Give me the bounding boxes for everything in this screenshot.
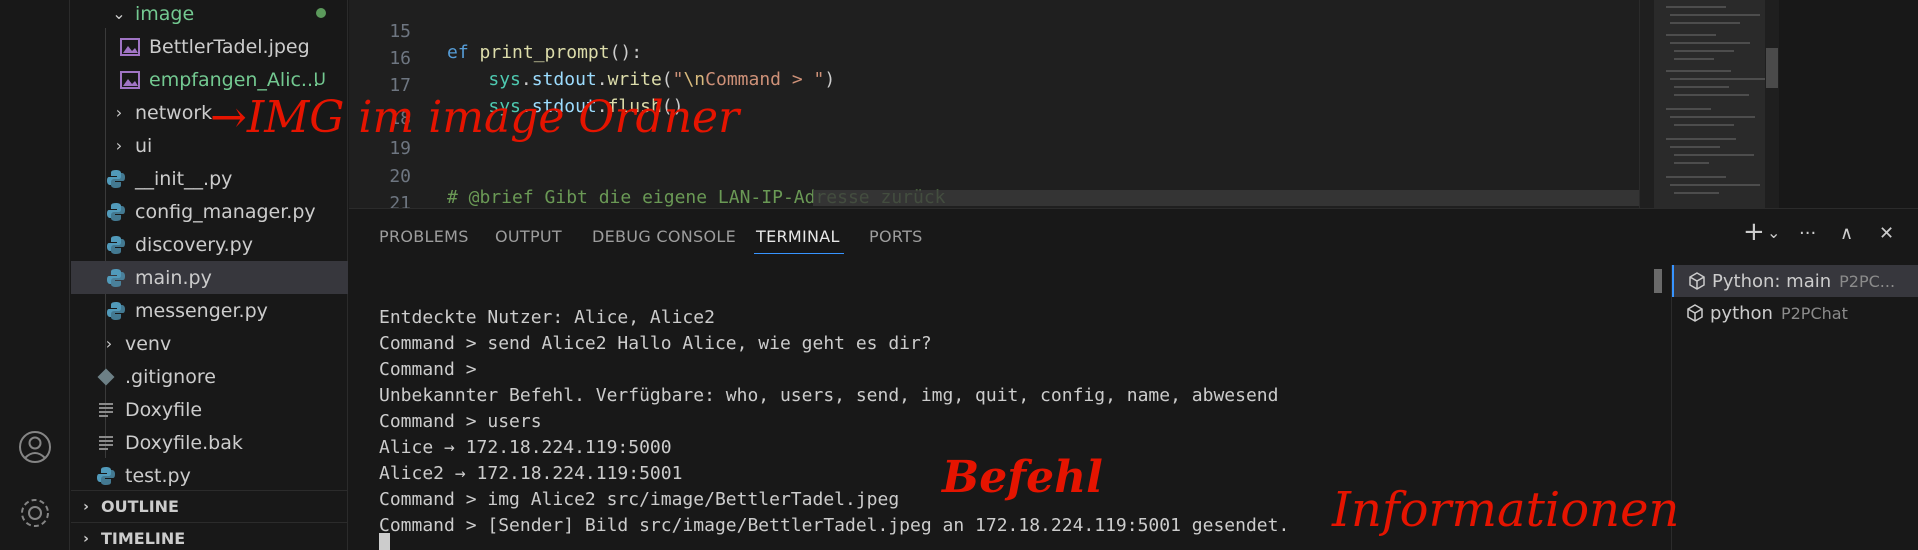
accounts-icon[interactable]	[16, 428, 54, 466]
tree-item-image-folder[interactable]: ⌄ image	[71, 0, 348, 30]
terminal-tab-python-main[interactable]: Python: main P2PC...	[1672, 265, 1918, 297]
python-file-icon	[105, 201, 127, 223]
tree-item-label: network	[135, 101, 213, 124]
code-line: 20 # @brief Gibt die eigene LAN-IP-Adres…	[349, 145, 1779, 208]
more-actions-button[interactable]: ···	[1799, 223, 1816, 244]
tree-item-label: ui	[135, 134, 153, 157]
code-line: 16 sys.stdout.write("\nCommand > ")	[349, 27, 1779, 90]
explorer-sidebar: ⌄ image BettlerTadel.jpeg empfangen_Alic…	[71, 0, 348, 550]
python-file-icon	[105, 234, 127, 256]
chevron-right-icon: ›	[83, 498, 89, 515]
chevron-down-icon: ⌄	[112, 4, 126, 23]
close-panel-button[interactable]: ✕	[1879, 223, 1894, 244]
minimap[interactable]	[1639, 0, 1779, 208]
tree-item-label: venv	[125, 332, 172, 355]
terminal-line: Alice2 → 172.18.224.119:5001	[379, 463, 683, 484]
text-file-icon	[95, 432, 117, 454]
tree-item-label: test.py	[125, 464, 191, 487]
code-line: 17 sys.stdout.flush()	[349, 54, 1779, 117]
tree-item-main-py[interactable]: main.py	[71, 261, 348, 294]
terminal-cursor	[379, 533, 390, 550]
git-diamond-icon	[95, 366, 117, 388]
terminal-line: Command > users	[379, 411, 542, 432]
terminal-tabs-list: Python: main P2PC... python P2PChat	[1671, 265, 1918, 550]
tree-item-discovery-py[interactable]: discovery.py	[71, 228, 348, 261]
terminal-tab-name: Python: main	[1712, 270, 1832, 292]
tab-debug-console[interactable]: DEBUG CONSOLE	[592, 227, 736, 246]
bottom-panel: PROBLEMS OUTPUT DEBUG CONSOLE TERMINAL P…	[349, 208, 1918, 550]
terminal-scrollbar[interactable]	[1654, 269, 1662, 293]
terminal-line: Unbekannter Befehl. Verfügbare: who, use…	[379, 385, 1279, 406]
python-file-icon	[105, 168, 127, 190]
chevron-right-icon: ›	[105, 334, 113, 353]
terminal-line: Command >	[379, 359, 477, 380]
terminal-line: Entdeckte Nutzer: Alice, Alice2	[379, 307, 715, 328]
tree-item-label: empfangen_Alic...	[149, 68, 320, 91]
modified-dot-icon	[316, 8, 326, 18]
tree-item-label: __init__.py	[135, 167, 233, 190]
line-number: 21	[389, 193, 411, 208]
outline-section-header[interactable]: › OUTLINE	[71, 490, 348, 522]
tree-item-gitignore[interactable]: .gitignore	[71, 360, 348, 393]
untracked-badge: U	[313, 69, 326, 90]
annotation-command: Befehl	[942, 452, 1103, 503]
chevron-right-icon: ›	[115, 136, 123, 155]
python-file-icon	[105, 300, 127, 322]
section-label: TIMELINE	[101, 529, 186, 548]
image-file-icon	[119, 69, 141, 91]
terminal-line: Command > img Alice2 src/image/BettlerTa…	[379, 489, 900, 510]
terminal-line: Command > [Sender] Bild src/image/Bettle…	[379, 515, 1290, 536]
scrollbar-thumb[interactable]	[1766, 48, 1778, 88]
tab-ports[interactable]: PORTS	[869, 227, 923, 246]
python-file-icon	[105, 267, 127, 289]
chevron-right-icon: ›	[115, 103, 123, 122]
tree-item-doxyfile[interactable]: Doxyfile	[71, 393, 348, 426]
tab-output[interactable]: OUTPUT	[495, 227, 562, 246]
tree-item-doxyfile-bak[interactable]: Doxyfile.bak	[71, 426, 348, 459]
settings-gear-icon[interactable]	[16, 494, 54, 532]
tree-item-config-manager-py[interactable]: config_manager.py	[71, 195, 348, 228]
terminal-tab-name: python	[1710, 302, 1773, 324]
text-file-icon	[95, 399, 117, 421]
tree-item-label: Doxyfile	[125, 398, 203, 421]
terminal-tab-folder: P2PC...	[1839, 271, 1896, 291]
tree-item-label: image	[135, 2, 195, 25]
tree-item-label: .gitignore	[125, 365, 216, 388]
annotation-information: Informationen	[1332, 482, 1680, 538]
section-label: OUTLINE	[101, 497, 179, 516]
tab-problems[interactable]: PROBLEMS	[379, 227, 469, 246]
new-terminal-button[interactable]: +	[1743, 217, 1765, 247]
terminal-line: Alice → 172.18.224.119:5000	[379, 437, 672, 458]
image-file-icon	[119, 36, 141, 58]
maximize-panel-button[interactable]: ∧	[1840, 223, 1853, 244]
tree-item-label: messenger.py	[135, 299, 268, 322]
chevron-right-icon: ›	[83, 530, 89, 547]
tree-item-label: Doxyfile.bak	[125, 431, 243, 454]
tree-item-bettlertadel[interactable]: BettlerTadel.jpeg	[71, 30, 348, 63]
terminal-line: Command > send Alice2 Hallo Alice, wie g…	[379, 333, 932, 354]
tree-item-label: BettlerTadel.jpeg	[149, 35, 310, 58]
tree-item-venv-folder[interactable]: › venv	[71, 327, 348, 360]
python-file-icon	[95, 465, 117, 487]
editor-horizontal-scrollbar[interactable]	[813, 190, 1779, 206]
annotation-image-folder: →IMG im image Ordner	[210, 92, 740, 143]
tree-item-init-py[interactable]: __init__.py	[71, 162, 348, 195]
tree-item-messenger-py[interactable]: messenger.py	[71, 294, 348, 327]
terminal-tab-folder: P2PChat	[1780, 303, 1848, 323]
activity-bar	[0, 0, 70, 550]
active-tab-indicator	[754, 253, 844, 254]
tab-terminal[interactable]: TERMINAL	[756, 227, 840, 246]
tree-item-label: discovery.py	[135, 233, 253, 256]
terminal-dropdown-icon[interactable]: ⌄	[1767, 223, 1780, 242]
tree-item-label: config_manager.py	[135, 200, 316, 223]
terminal-cube-icon	[1688, 272, 1706, 290]
editor-vertical-scrollbar[interactable]	[1765, 0, 1779, 208]
timeline-section-header[interactable]: › TIMELINE	[71, 522, 348, 550]
tree-item-label: main.py	[135, 266, 212, 289]
terminal-tab-python[interactable]: python P2PChat	[1672, 297, 1918, 329]
tree-item-test-py[interactable]: test.py	[71, 459, 348, 492]
code-line: 15 ef print_prompt():	[349, 0, 1779, 63]
terminal-cube-icon	[1686, 304, 1704, 322]
